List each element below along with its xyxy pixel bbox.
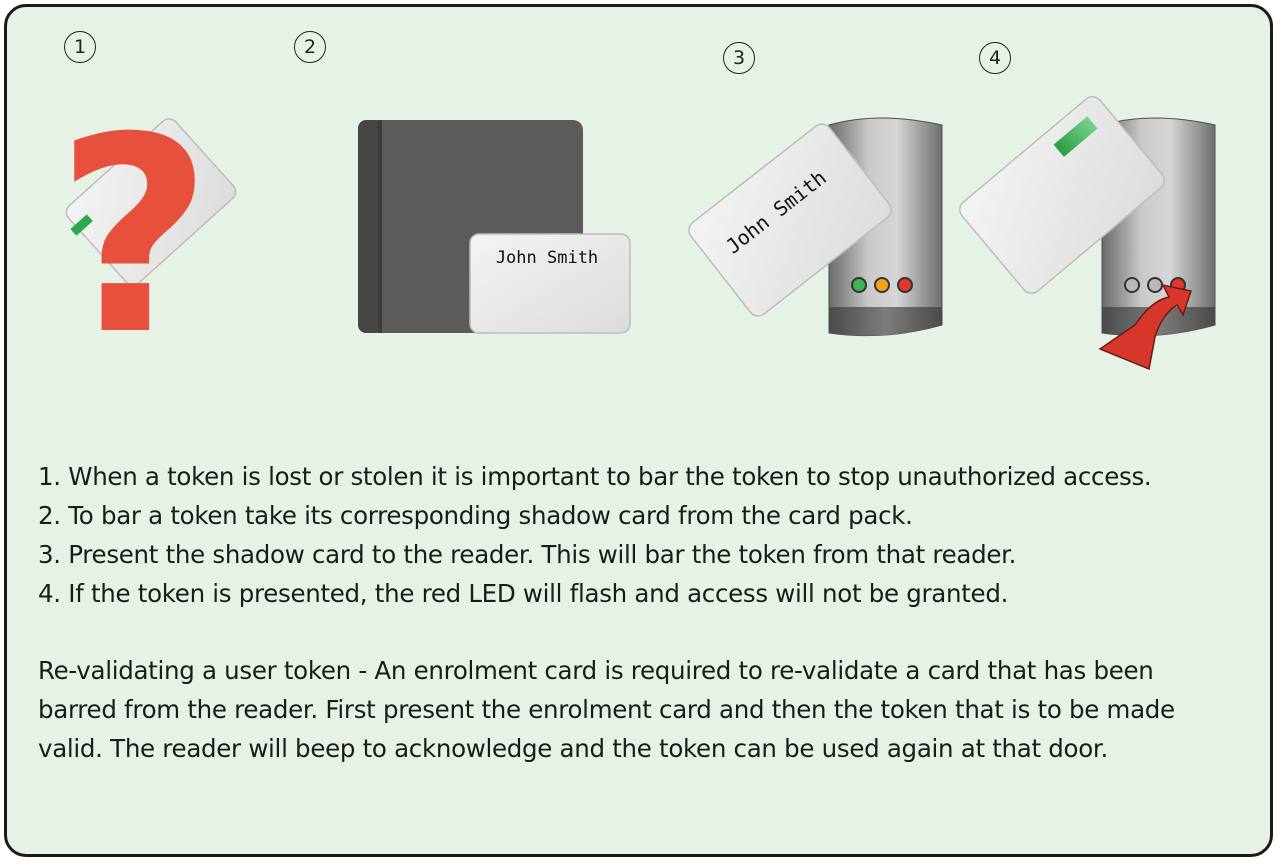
step-1-text: 1. When a token is lost or stolen it is … [38, 462, 1152, 491]
question-mark-icon: ? [56, 79, 213, 394]
instruction-steps: 1. When a token is lost or stolen it is … [38, 457, 1268, 613]
step-4-text: 4. If the token is presented, the red LE… [38, 579, 1009, 608]
step-3-text: 3. Present the shadow card to the reader… [38, 540, 1017, 569]
led-off-1 [1124, 277, 1140, 293]
step-2-text: 2. To bar a token take its corresponding… [38, 501, 913, 530]
revalidate-paragraph: Re-validating a user token - An enrolmen… [38, 656, 1175, 763]
led-amber [874, 277, 890, 293]
led-off-2 [1147, 277, 1163, 293]
led-red [897, 277, 913, 293]
instruction-panel: 1 2 3 4 ? John Smith John Smith 1. When … [4, 4, 1273, 857]
shadow-card: John Smith [469, 233, 631, 334]
illustrations: ? John Smith John Smith [56, 79, 1216, 394]
shadow-card-name: John Smith [496, 248, 598, 268]
led-green [851, 277, 867, 293]
